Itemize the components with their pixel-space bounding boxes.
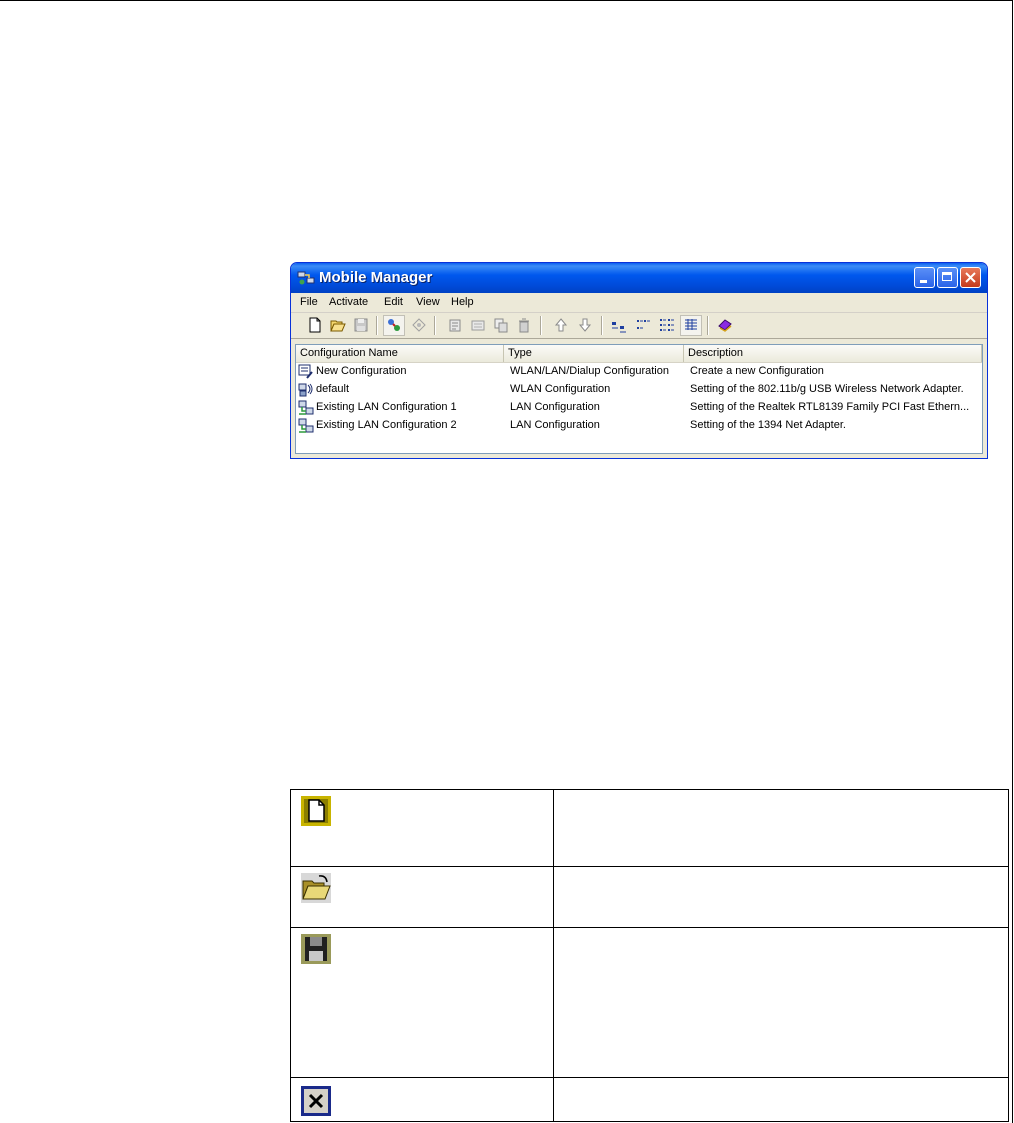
row-name: default [316,383,350,395]
rename-icon[interactable] [470,317,486,333]
save-icon [301,934,331,964]
close-icon [301,1086,331,1116]
row-type: LAN Configuration [510,401,600,413]
small-icons-view-icon[interactable] [635,317,651,333]
copy-icon[interactable] [493,317,509,333]
toolbar [291,313,987,339]
page-top-rule [0,0,1012,1]
description-cell [552,927,1010,1078]
row-type: LAN Configuration [510,419,600,431]
table-row[interactable]: Existing LAN Configuration 2 LAN Configu… [296,417,982,435]
icon-cell [290,1077,554,1122]
row-description: Setting of the 1394 Net Adapter. [690,419,846,431]
table-row[interactable]: New Configuration WLAN/LAN/Dialup Config… [296,363,982,381]
menu-view[interactable]: View [416,296,440,308]
table-row [290,1077,1010,1122]
window-title: Mobile Manager [319,269,433,286]
move-down-icon[interactable] [577,317,593,333]
row-description: Setting of the 802.11b/g USB Wireless Ne… [690,383,964,395]
large-icons-view-icon[interactable] [611,317,627,333]
table-row [290,866,1010,928]
description-cell [552,866,1010,928]
toolbar-separator [601,316,603,335]
column-header-type[interactable]: Type [504,345,684,362]
row-name: Existing LAN Configuration 1 [316,401,457,413]
open-folder-icon [301,873,331,903]
table-row[interactable]: default WLAN Configuration Setting of th… [296,381,982,399]
app-network-icon [297,271,315,285]
icon-cell [290,927,554,1078]
wlan-configuration-icon [298,383,313,397]
title-bar[interactable]: Mobile Manager [291,263,987,293]
activate-icon[interactable] [386,317,402,333]
new-configuration-icon [298,364,313,379]
toolbar-separator [540,316,542,335]
toolbar-icon-table [290,789,1010,1122]
new-file-icon[interactable] [307,317,323,333]
new-file-icon [301,796,331,826]
maximize-button[interactable] [937,267,958,288]
table-row [290,789,1010,867]
details-view-icon[interactable] [683,317,699,333]
lan-configuration-icon [298,400,314,415]
menu-bar: File Activate Edit View Help [291,293,987,313]
move-up-icon[interactable] [553,317,569,333]
row-name: New Configuration [316,365,407,377]
deactivate-icon[interactable] [411,317,427,333]
row-type: WLAN/LAN/Dialup Configuration [510,365,669,377]
properties-icon[interactable] [447,317,463,333]
lan-configuration-icon [298,418,314,433]
minimize-button[interactable] [914,267,935,288]
row-type: WLAN Configuration [510,383,611,395]
close-icon [965,272,976,283]
toolbar-separator [707,316,709,335]
row-description: Create a new Configuration [690,365,824,377]
menu-help[interactable]: Help [451,296,474,308]
description-cell [552,1077,1010,1122]
mobile-manager-window: Mobile Manager File Activate Edit View H… [290,262,988,459]
row-name: Existing LAN Configuration 2 [316,419,457,431]
list-header: Configuration Name Type Description [296,345,982,363]
save-icon[interactable] [353,317,369,333]
column-header-configuration-name[interactable]: Configuration Name [296,345,504,362]
page-right-rule [1012,0,1013,1123]
menu-edit[interactable]: Edit [384,296,403,308]
menu-file[interactable]: File [300,296,318,308]
description-cell [552,789,1010,867]
table-row [290,927,1010,1078]
icon-cell [290,789,554,867]
delete-icon[interactable] [516,317,532,333]
table-row[interactable]: Existing LAN Configuration 1 LAN Configu… [296,399,982,417]
row-description: Setting of the Realtek RTL8139 Family PC… [690,401,970,413]
column-header-description[interactable]: Description [684,345,982,362]
configuration-list[interactable]: Configuration Name Type Description New … [295,344,983,454]
toolbar-separator [376,316,378,335]
close-window-button[interactable] [960,267,981,288]
open-folder-icon[interactable] [330,317,346,333]
list-view-icon[interactable] [659,317,675,333]
help-book-icon[interactable] [717,317,733,333]
menu-activate[interactable]: Activate [329,296,368,308]
icon-cell [290,866,554,928]
toolbar-separator [434,316,436,335]
